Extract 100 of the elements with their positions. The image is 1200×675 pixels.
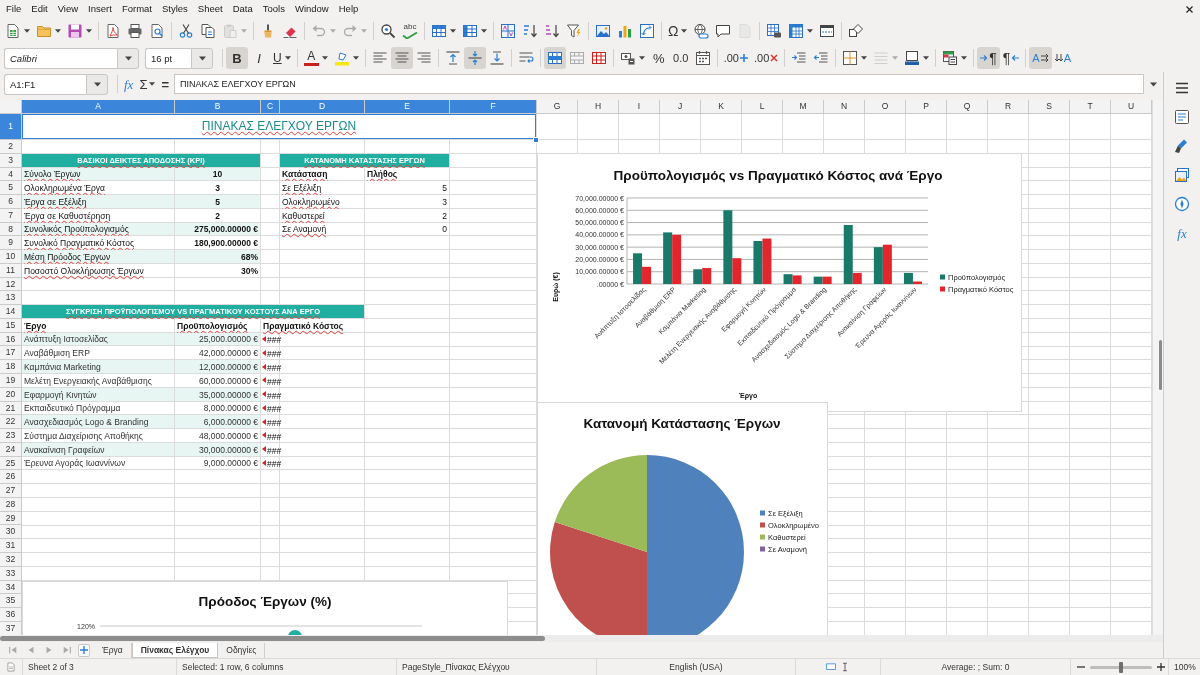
column-header[interactable]: P — [906, 100, 947, 114]
name-box-dropdown-button[interactable] — [86, 73, 108, 95]
column-header[interactable]: L — [742, 100, 783, 114]
align-middle-button[interactable] — [463, 47, 486, 69]
name-box-field[interactable]: A1:F1 — [4, 73, 86, 95]
row-header[interactable]: 1 — [0, 114, 22, 140]
column-header[interactable]: H — [578, 100, 619, 114]
sheet-tab[interactable]: Πίνακας Ελέγχου — [131, 642, 219, 658]
column-header[interactable]: O — [865, 100, 906, 114]
column-header[interactable]: K — [701, 100, 742, 114]
sort-grid-icon — [500, 23, 516, 39]
sum-button[interactable]: Σ — [136, 77, 159, 91]
column-header[interactable]: T — [1070, 100, 1111, 114]
menu-item[interactable]: Sheet — [192, 1, 228, 17]
row-header[interactable]: 14 — [0, 305, 22, 319]
sheet-tab[interactable]: Έργα — [94, 642, 132, 658]
table-cell: 68% — [175, 250, 261, 264]
add-decimal-button[interactable]: .00 — [720, 47, 751, 69]
horizontal-scrollbar[interactable] — [0, 635, 1163, 642]
column-header[interactable]: M — [783, 100, 824, 114]
underline-button[interactable]: U — [270, 47, 294, 69]
column-header[interactable]: G — [537, 100, 578, 114]
number-format-button[interactable]: 0.0 — [669, 47, 692, 69]
menu-item[interactable]: Edit — [26, 1, 53, 17]
row-header[interactable]: 9 — [0, 236, 22, 251]
merge-center-button[interactable] — [543, 47, 566, 69]
row-header[interactable]: 27 — [0, 484, 22, 498]
clipboard-icon — [222, 23, 238, 39]
font-size-field[interactable]: 16 pt — [145, 47, 191, 69]
italic-button[interactable]: I — [248, 47, 270, 69]
right-to-left-button[interactable]: ¶ — [999, 47, 1023, 69]
bold-button[interactable]: B — [226, 47, 248, 69]
vertical-scrollbar[interactable] — [1152, 100, 1163, 635]
column-header[interactable]: B — [175, 100, 261, 114]
row-header[interactable]: 19 — [0, 374, 22, 388]
functions-deck-button[interactable]: fx — [1169, 221, 1195, 245]
column-header[interactable]: C — [261, 100, 280, 114]
column-header[interactable]: R — [988, 100, 1029, 114]
row-header[interactable]: 23 — [0, 429, 22, 443]
add-sheet-button[interactable] — [78, 643, 90, 657]
column-header[interactable]: F — [450, 100, 537, 114]
left-to-right-button[interactable]: ¶ — [977, 47, 1000, 69]
column-header[interactable]: E — [365, 100, 450, 114]
delete-decimal-button[interactable]: .00 — [750, 47, 782, 69]
row-header[interactable]: 2 — [0, 140, 22, 154]
percent-format-button[interactable]: % — [647, 47, 670, 69]
menu-item[interactable]: Insert — [83, 1, 117, 17]
column-header[interactable]: A — [22, 100, 175, 114]
row-header[interactable]: 17 — [0, 346, 22, 361]
menu-item[interactable]: File — [1, 1, 27, 17]
formula-input-field[interactable]: ΠΙΝΑΚΑΣ ΕΛΕΓΧΟΥ ΕΡΓΩΝ — [174, 74, 1144, 94]
column-header[interactable]: J — [660, 100, 701, 114]
row-header[interactable]: 31 — [0, 539, 22, 553]
scrollbar-thumb[interactable] — [1159, 340, 1162, 390]
font-color-button[interactable]: A — [300, 47, 331, 69]
row-header[interactable]: 6 — [0, 195, 22, 209]
special-character-button[interactable]: Ω — [665, 20, 691, 42]
scrollbar-thumb[interactable] — [0, 636, 545, 641]
row-header[interactable]: 35 — [0, 594, 22, 609]
column-header[interactable]: D — [280, 100, 365, 114]
column-header[interactable]: U — [1111, 100, 1152, 114]
menu-item[interactable]: Styles — [156, 1, 193, 17]
menu-item[interactable]: Data — [227, 1, 258, 17]
column-header[interactable]: I — [619, 100, 660, 114]
column-header[interactable]: Q — [947, 100, 988, 114]
row-header[interactable]: 18 — [0, 360, 22, 374]
align-center-button[interactable] — [390, 47, 413, 69]
column-header[interactable]: S — [1029, 100, 1070, 114]
caret-icon — [681, 29, 688, 33]
menu-item[interactable]: Help — [333, 1, 364, 17]
row-header[interactable]: 13 — [0, 291, 22, 306]
bar — [813, 276, 823, 284]
formula-button[interactable]: = — [158, 77, 173, 91]
globe-link-icon — [693, 23, 710, 39]
spelling-button[interactable]: abc — [399, 20, 421, 42]
zoom-slider-thumb[interactable] — [1119, 661, 1123, 673]
font-name-dropdown-button[interactable] — [117, 47, 139, 69]
table-cell: Μέση Πρόοδος Έργων — [22, 250, 175, 264]
menu-item[interactable]: Tools — [257, 1, 290, 17]
menu-item[interactable]: View — [52, 1, 84, 17]
menu-item[interactable]: Format — [116, 1, 157, 17]
font-size-dropdown-button[interactable] — [191, 47, 213, 69]
row-header[interactable]: 10 — [0, 250, 22, 264]
menu-item[interactable]: Window — [289, 1, 334, 17]
row-header[interactable]: 36 — [0, 608, 22, 622]
row-header[interactable]: 5 — [0, 181, 22, 196]
bar — [903, 272, 913, 284]
function-wizard-button[interactable]: fx — [121, 77, 137, 91]
sheet-tab[interactable]: Οδηγίες — [218, 642, 266, 658]
fill-handle[interactable] — [533, 137, 539, 143]
column-header[interactable]: N — [824, 100, 865, 114]
caret-icon — [86, 29, 92, 33]
row-header[interactable]: 30 — [0, 525, 22, 540]
zoom-in-button[interactable] — [1155, 663, 1167, 671]
row-header[interactable]: 22 — [0, 415, 22, 430]
font-name-field[interactable]: Calibri — [4, 47, 117, 69]
row-header[interactable]: 26 — [0, 470, 22, 485]
zoom-out-button[interactable] — [1075, 663, 1087, 671]
text-top-to-bottom-button[interactable]: A — [1051, 47, 1074, 69]
bar — [672, 234, 682, 284]
